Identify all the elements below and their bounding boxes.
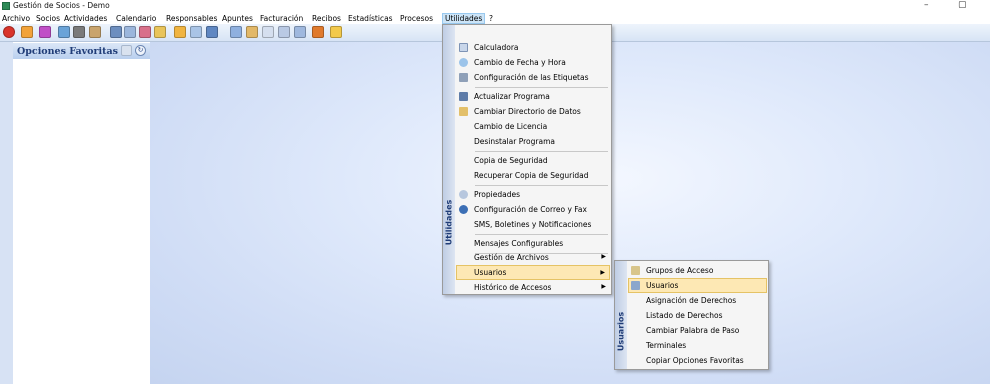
menu-item-directorio[interactable]: Cambiar Directorio de Datos [456, 104, 610, 119]
left-strip [0, 42, 13, 384]
save-icon[interactable] [73, 26, 85, 38]
menu-recibos[interactable]: Recibos [310, 13, 343, 24]
menu-item-usuarios[interactable]: Usuarios ▶ [456, 265, 610, 280]
minimize-button[interactable]: – [924, 0, 929, 10]
properties-icon [459, 190, 468, 199]
folder-icon [459, 107, 468, 116]
utilidades-sidebar-label: Utilidades [444, 199, 454, 246]
chart-icon[interactable] [154, 26, 166, 38]
open-icon[interactable] [21, 26, 33, 38]
menu-item-etiquetas[interactable]: Configuración de las Etiquetas [456, 70, 610, 85]
submenu-arrow-icon: ▶ [601, 283, 606, 290]
menu-facturacion[interactable]: Facturación [258, 13, 305, 24]
submenu-arrow-icon: ▶ [601, 253, 606, 260]
menu-apuntes[interactable]: Apuntes [220, 13, 255, 24]
menu-item-propiedades[interactable]: Propiedades [456, 187, 610, 202]
menu-bar: Archivo Socios Actividades Calendario Re… [0, 13, 990, 24]
menu-item-recuperar[interactable]: Recuperar Copia de Seguridad [456, 168, 610, 183]
app-icon [2, 2, 10, 10]
utilidades-menu: Utilidades Calculadora Cambio de Fecha y… [442, 24, 612, 295]
calendar-icon[interactable] [124, 26, 136, 38]
menu-calendario[interactable]: Calendario [114, 13, 158, 24]
table-icon[interactable] [139, 26, 151, 38]
menu-estadisticas[interactable]: Estadísticas [346, 13, 395, 24]
menu-item-mensajes[interactable]: Mensajes Configurables [456, 236, 610, 251]
users-icon [631, 281, 640, 290]
submenu-arrow-icon: ▶ [600, 269, 605, 276]
menu-item-licencia[interactable]: Cambio de Licencia [456, 119, 610, 134]
calculator-icon [459, 43, 468, 52]
label-icon [459, 73, 468, 82]
menu-item-copia[interactable]: Copia de Seguridad [456, 153, 610, 168]
submenu-item-usuarios[interactable]: Usuarios [628, 278, 767, 293]
menu-separator [475, 185, 608, 186]
card-icon[interactable] [110, 26, 122, 38]
menu-separator [475, 87, 608, 88]
bar-chart-icon[interactable] [312, 26, 324, 38]
favorites-header: Opciones Favoritas ↻ [13, 43, 150, 59]
grid-icon[interactable] [294, 26, 306, 38]
menu-actividades[interactable]: Actividades [62, 13, 109, 24]
settings-icon[interactable] [121, 45, 132, 56]
usuarios-menu-sidebar: Usuarios [615, 261, 627, 369]
undo-icon[interactable] [39, 26, 51, 38]
menu-responsables[interactable]: Responsables [164, 13, 219, 24]
submenu-item-asignacion[interactable]: Asignación de Derechos [628, 293, 767, 308]
menu-item-sms[interactable]: SMS, Boletines y Notificaciones [456, 217, 610, 232]
title-bar: Gestión de Socios - Demo – ▢ [0, 0, 990, 13]
folder-icon[interactable] [330, 26, 342, 38]
menu-utilidades[interactable]: Utilidades [442, 13, 486, 24]
clock-icon [459, 58, 468, 67]
list-icon[interactable] [262, 26, 274, 38]
refresh-icon[interactable]: ↻ [135, 45, 146, 56]
favorites-title: Opciones Favoritas [17, 46, 118, 57]
tools-icon[interactable] [58, 26, 70, 38]
mail-icon [459, 205, 468, 214]
user-icon[interactable] [89, 26, 101, 38]
menu-help[interactable]: ? [487, 13, 495, 24]
menu-item-actualizar[interactable]: Actualizar Programa [456, 89, 610, 104]
update-icon [459, 92, 468, 101]
usuarios-sidebar-label: Usuarios [616, 311, 626, 352]
submenu-item-terminales[interactable]: Terminales [628, 338, 767, 353]
doc-icon[interactable] [206, 26, 218, 38]
submenu-item-listado[interactable]: Listado de Derechos [628, 308, 767, 323]
menu-item-cambio-fecha[interactable]: Cambio de Fecha y Hora [456, 55, 610, 70]
menu-socios[interactable]: Socios [34, 13, 62, 24]
submenu-item-palabra-paso[interactable]: Cambiar Palabra de Paso [628, 323, 767, 338]
menu-separator [475, 234, 608, 235]
mail-icon[interactable] [230, 26, 242, 38]
menu-item-gestion-archivos[interactable]: Gestión de Archivos ▶ [456, 250, 610, 265]
menu-item-correo[interactable]: Configuración de Correo y Fax [456, 202, 610, 217]
print-icon[interactable] [174, 26, 186, 38]
search-icon[interactable] [246, 26, 258, 38]
favorites-panel: Opciones Favoritas ↻ [13, 43, 151, 384]
submenu-item-copiar-favoritas[interactable]: Copiar Opciones Favoritas [628, 353, 767, 368]
menu-separator [475, 151, 608, 152]
report-icon[interactable] [190, 26, 202, 38]
menu-item-historico[interactable]: Histórico de Accesos ▶ [456, 280, 610, 295]
menu-item-desinstalar[interactable]: Desinstalar Programa [456, 134, 610, 149]
menu-procesos[interactable]: Procesos [398, 13, 435, 24]
submenu-item-grupos[interactable]: Grupos de Acceso [628, 263, 767, 278]
exit-icon[interactable] [3, 26, 15, 38]
export-icon[interactable] [278, 26, 290, 38]
window-title: Gestión de Socios - Demo [13, 1, 110, 10]
usuarios-submenu: Usuarios Grupos de Acceso Usuarios Asign… [614, 260, 769, 370]
maximize-button[interactable]: ▢ [958, 0, 967, 10]
utilidades-menu-sidebar: Utilidades [443, 25, 455, 294]
menu-item-calculadora[interactable]: Calculadora [456, 40, 610, 55]
menu-archivo[interactable]: Archivo [0, 13, 32, 24]
group-icon [631, 266, 640, 275]
